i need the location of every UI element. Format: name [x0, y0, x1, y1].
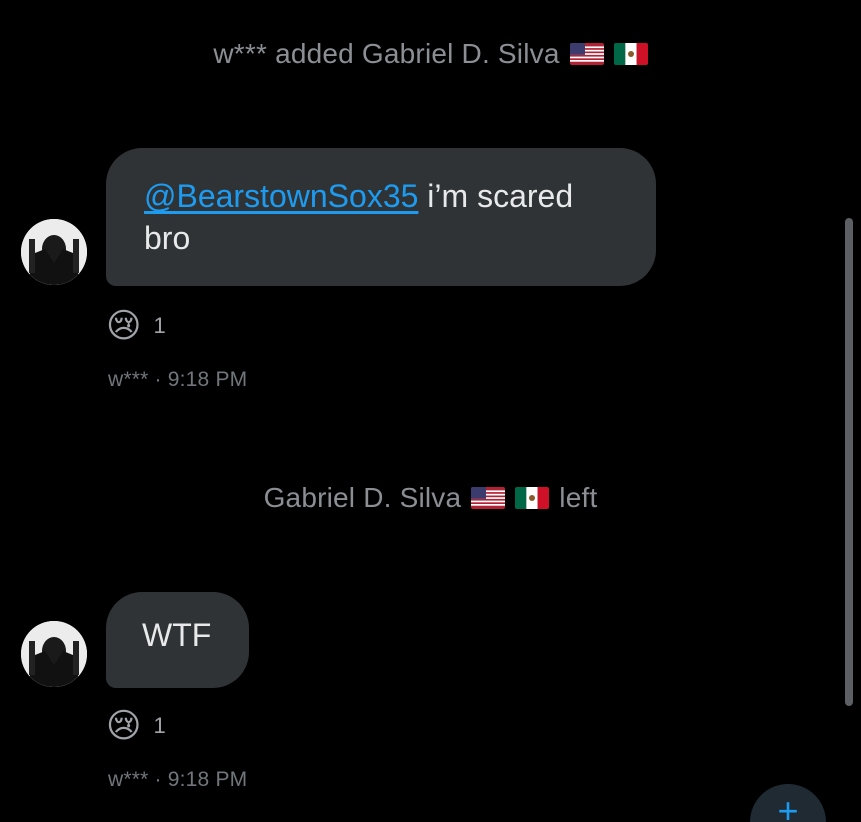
- system-message-suffix: left: [559, 482, 598, 513]
- system-message-left: Gabriel D. Silva left: [0, 482, 861, 514]
- reaction-count: 1: [153, 313, 166, 338]
- message-meta: w*** · 9:18 PM: [108, 768, 248, 791]
- reaction[interactable]: 😢 1: [106, 706, 166, 746]
- system-message-text: w*** added Gabriel D. Silva: [213, 38, 560, 69]
- mexico-flag-icon: [613, 43, 648, 65]
- message-bubble[interactable]: @BearstownSox35 i’m scared bro: [106, 148, 656, 286]
- reaction-count: 1: [153, 713, 166, 738]
- avatar-image: [21, 621, 87, 687]
- reaction[interactable]: 😢 1: [106, 306, 166, 346]
- message-meta: w*** · 9:18 PM: [108, 368, 248, 391]
- new-message-button[interactable]: +: [750, 784, 826, 822]
- system-message-text: Gabriel D. Silva: [263, 482, 462, 513]
- dm-conversation: w*** added Gabriel D. Silva @BearstownSo…: [0, 0, 861, 822]
- message-text: WTF: [142, 617, 212, 653]
- us-flag-icon: [471, 487, 506, 509]
- scrollbar[interactable]: [845, 218, 853, 706]
- new-message-icon: +: [777, 790, 799, 822]
- mention-link[interactable]: @BearstownSox35: [144, 178, 418, 214]
- system-message-added: w*** added Gabriel D. Silva: [0, 38, 861, 70]
- message-bubble[interactable]: WTF: [106, 592, 249, 688]
- mexico-flag-icon: [515, 487, 550, 509]
- crying-face-icon: 😢: [106, 307, 142, 345]
- us-flag-icon: [569, 43, 604, 65]
- avatar-image: [21, 219, 87, 285]
- avatar[interactable]: [21, 621, 87, 687]
- crying-face-icon: 😢: [106, 707, 142, 745]
- avatar[interactable]: [21, 219, 87, 285]
